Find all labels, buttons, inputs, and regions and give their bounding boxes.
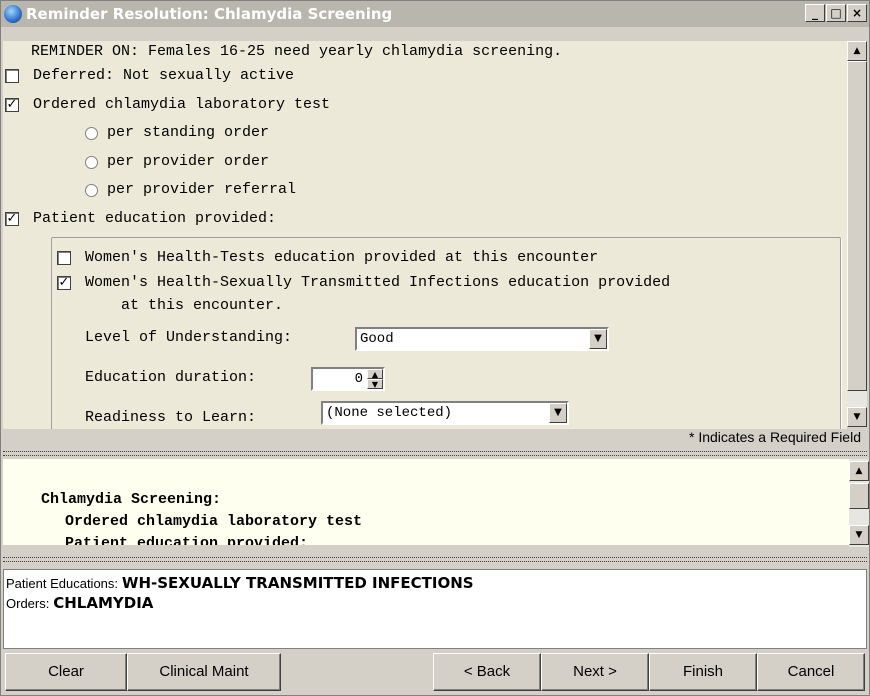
- level-label: Level of Understanding:: [85, 329, 293, 346]
- ordered-checkbox[interactable]: ✓: [5, 98, 19, 112]
- patient-educations-line: Patient Educations: WH-SEXUALLY TRANSMIT…: [6, 574, 474, 592]
- clinical-maint-button[interactable]: Clinical Maint: [127, 653, 281, 691]
- top-pane-scrollbar[interactable]: ▲ ▼: [847, 41, 867, 427]
- spin-up-icon[interactable]: ▲: [367, 369, 383, 379]
- orders-key: Orders:: [6, 596, 50, 611]
- summary-pane: Patient Educations: WH-SEXUALLY TRANSMIT…: [3, 569, 867, 649]
- readiness-dropdown[interactable]: (None selected) ▼: [321, 401, 569, 425]
- womens-sti-checkbox[interactable]: ✓: [57, 276, 71, 290]
- scroll-up-icon[interactable]: ▲: [847, 41, 867, 61]
- radio-label: per provider order: [107, 153, 270, 170]
- level-dropdown[interactable]: Good ▼: [355, 327, 609, 351]
- duration-spinner[interactable]: 0 ▲ ▼: [311, 367, 385, 391]
- womens-tests-option[interactable]: Women's Health-Tests education provided …: [57, 247, 837, 269]
- level-value: Good: [360, 331, 394, 347]
- radio-standing-order[interactable]: per standing order: [85, 122, 485, 144]
- womens-sti-option[interactable]: ✓ Women's Health-Sexually Transmitted In…: [57, 272, 837, 294]
- reminder-resolution-window: Reminder Resolution: Chlamydia Screening…: [0, 0, 870, 696]
- clear-button[interactable]: Clear: [5, 653, 127, 691]
- educations-key: Patient Educations:: [6, 576, 119, 591]
- education-option[interactable]: ✓ Patient education provided:: [5, 208, 605, 230]
- required-field-note: * Indicates a Required Field: [689, 429, 861, 445]
- womens-sti-label-cont: at this encounter.: [121, 297, 284, 314]
- next-button[interactable]: Next >: [541, 653, 649, 691]
- check-icon: ✓: [6, 211, 18, 226]
- splitter-top[interactable]: [3, 451, 867, 456]
- title-bar[interactable]: Reminder Resolution: Chlamydia Screening…: [1, 1, 869, 27]
- scroll-down-icon[interactable]: ▼: [849, 525, 869, 545]
- radio-provider-referral[interactable]: per provider referral: [85, 179, 485, 201]
- education-checkbox[interactable]: ✓: [5, 212, 19, 226]
- ordered-option[interactable]: ✓ Ordered chlamydia laboratory test: [5, 94, 605, 116]
- ordered-label: Ordered chlamydia laboratory test: [33, 96, 331, 113]
- readiness-label: Readiness to Learn:: [85, 409, 257, 426]
- preview-line: Patient education provided:: [65, 535, 309, 545]
- preview-line: Chlamydia Screening:: [41, 491, 222, 508]
- radio-label: per provider referral: [107, 181, 297, 198]
- check-icon: ✓: [6, 97, 18, 112]
- spin-buttons[interactable]: ▲ ▼: [367, 369, 383, 389]
- scroll-down-icon[interactable]: ▼: [847, 407, 867, 427]
- womens-tests-checkbox[interactable]: [57, 251, 71, 265]
- preview-scrollbar[interactable]: ▲ ▼: [849, 459, 869, 547]
- radio-button[interactable]: [85, 184, 98, 197]
- app-globe-icon: [4, 5, 22, 23]
- note-preview-pane: Chlamydia Screening: Ordered chlamydia l…: [3, 459, 849, 545]
- maximize-button[interactable]: □: [826, 4, 846, 22]
- window-title: Reminder Resolution: Chlamydia Screening: [26, 5, 393, 23]
- minimize-button[interactable]: _: [805, 4, 825, 22]
- readiness-value: (None selected): [326, 405, 453, 421]
- radio-button[interactable]: [85, 127, 98, 140]
- deferred-option[interactable]: Deferred: Not sexually active: [5, 65, 605, 87]
- womens-sti-label: Women's Health-Sexually Transmitted Infe…: [85, 274, 671, 291]
- deferred-checkbox[interactable]: [5, 69, 19, 83]
- chevron-down-icon[interactable]: ▼: [549, 403, 567, 423]
- educations-value: WH-SEXUALLY TRANSMITTED INFECTIONS: [121, 574, 474, 592]
- orders-value: CHLAMYDIA: [53, 594, 154, 612]
- back-button[interactable]: < Back: [433, 653, 541, 691]
- button-bar: Clear Clinical Maint < Back Next > Finis…: [1, 651, 869, 695]
- cancel-button[interactable]: Cancel: [757, 653, 865, 691]
- chevron-down-icon[interactable]: ▼: [589, 329, 607, 349]
- reminder-dialog-pane: REMINDER ON: Females 16-25 need yearly c…: [3, 41, 847, 429]
- finish-button[interactable]: Finish: [649, 653, 757, 691]
- duration-label: Education duration:: [85, 369, 257, 386]
- close-button[interactable]: ×: [847, 4, 867, 22]
- scroll-thumb[interactable]: [849, 483, 869, 509]
- preview-line: Ordered chlamydia laboratory test: [65, 513, 363, 530]
- check-icon: ✓: [58, 275, 70, 290]
- reminder-header: REMINDER ON: Females 16-25 need yearly c…: [31, 43, 563, 60]
- splitter-bottom[interactable]: [3, 557, 867, 562]
- deferred-label: Deferred: Not sexually active: [33, 67, 295, 84]
- womens-tests-label: Women's Health-Tests education provided …: [85, 249, 599, 266]
- duration-value: 0: [354, 371, 363, 387]
- radio-label: per standing order: [107, 124, 270, 141]
- education-label: Patient education provided:: [33, 210, 277, 227]
- spin-down-icon[interactable]: ▼: [367, 379, 383, 389]
- radio-button[interactable]: [85, 156, 98, 169]
- scroll-up-icon[interactable]: ▲: [849, 461, 869, 481]
- orders-line: Orders: CHLAMYDIA: [6, 594, 153, 612]
- scroll-thumb[interactable]: [847, 61, 867, 391]
- radio-provider-order[interactable]: per provider order: [85, 151, 485, 173]
